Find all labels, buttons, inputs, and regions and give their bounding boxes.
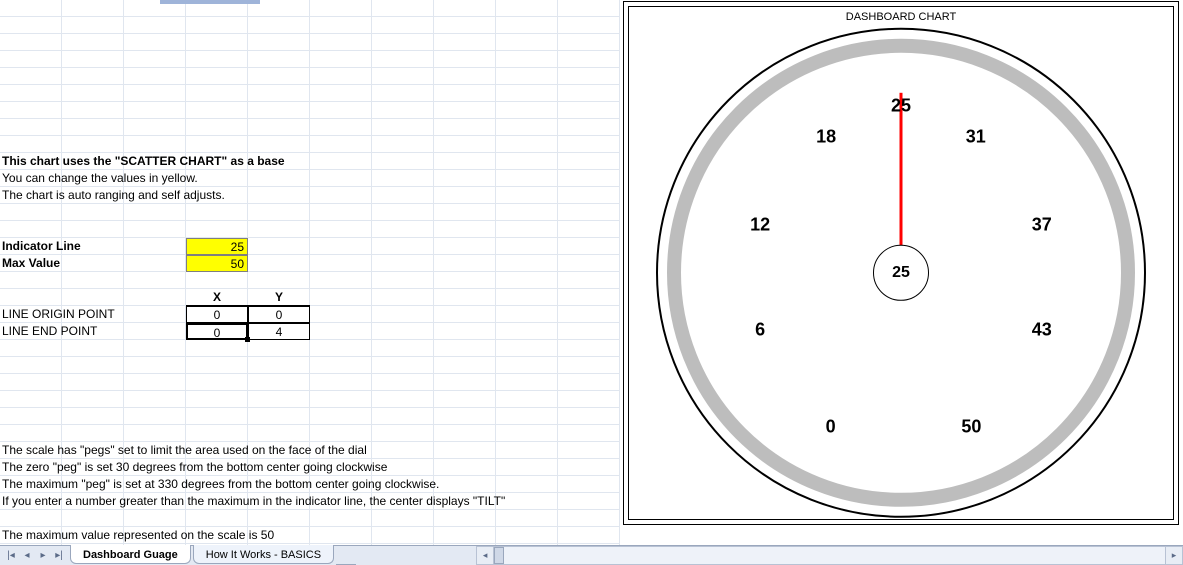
sheet-tab-bar: |◂ ◂ ▸ ▸| Dashboard Guage How It Works -… [0, 545, 1183, 565]
dial-label: 12 [750, 214, 770, 235]
fill-handle[interactable] [245, 337, 250, 342]
hscroll-track[interactable] [494, 546, 1165, 565]
tab-nav-last-icon[interactable]: ▸| [52, 549, 66, 563]
paragraph-5: The maximum value represented on the sca… [2, 527, 274, 544]
paragraph-2: The zero "peg" is set 30 degrees from th… [2, 459, 387, 476]
dial-label: 0 [826, 416, 836, 437]
origin-x-cell[interactable]: 0 [186, 306, 248, 323]
dial-label: 18 [816, 126, 836, 147]
row-label-origin: LINE ORIGIN POINT [2, 306, 115, 323]
subtext-2: The chart is auto ranging and self adjus… [2, 187, 225, 204]
dial-label: 43 [1032, 319, 1052, 340]
max-value-label: Max Value [2, 255, 60, 272]
origin-y-cell[interactable]: 0 [248, 306, 310, 323]
tab-nav-prev-icon[interactable]: ◂ [20, 549, 34, 563]
indicator-line-label: Indicator Line [2, 238, 81, 255]
dial-label: 50 [961, 416, 981, 437]
indicator-line-value[interactable]: 25 [186, 238, 248, 255]
tab-end-decor [336, 546, 356, 565]
paragraph-4: If you enter a number greater than the m… [2, 493, 505, 510]
gauge-hub-value: 25 [892, 264, 910, 282]
dial-label: 31 [966, 126, 986, 147]
chart-title: DASHBOARD CHART [629, 11, 1173, 23]
tab-dashboard-gauge[interactable]: Dashboard Guage [70, 545, 191, 564]
dial-label: 25 [891, 95, 911, 116]
hscroll-left-icon[interactable]: ◂ [476, 546, 494, 565]
chart-inner-border: DASHBOARD CHART 25 0 6 12 18 25 31 37 43 50 [628, 6, 1174, 520]
horizontal-scrollbar[interactable]: ◂ ▸ [476, 546, 1183, 565]
gauge-grey-ring: 25 0 6 12 18 25 31 37 43 50 [667, 39, 1135, 507]
gauge-hub: 25 [873, 245, 929, 301]
row-label-end: LINE END POINT [2, 323, 97, 340]
dashboard-chart-panel: DASHBOARD CHART 25 0 6 12 18 25 31 37 43 50 [623, 1, 1179, 525]
tab-nav-buttons: |◂ ◂ ▸ ▸| [0, 546, 70, 565]
table-header-x: X [186, 289, 248, 306]
hscroll-right-icon[interactable]: ▸ [1165, 546, 1183, 565]
dial-label: 6 [755, 319, 765, 340]
end-y-cell[interactable]: 4 [248, 323, 310, 340]
tab-nav-next-icon[interactable]: ▸ [36, 549, 50, 563]
dial-label: 37 [1032, 214, 1052, 235]
table-header-y: Y [248, 289, 310, 306]
subtext-1: You can change the values in yellow. [2, 170, 198, 187]
tab-how-it-works[interactable]: How It Works - BASICS [193, 545, 334, 564]
tab-nav-first-icon[interactable]: |◂ [4, 549, 18, 563]
paragraph-3: The maximum "peg" is set at 330 degrees … [2, 476, 439, 493]
max-value-value[interactable]: 50 [186, 255, 248, 272]
selected-column-indicator [160, 0, 260, 4]
hscroll-thumb[interactable] [494, 547, 504, 564]
end-x-cell[interactable]: 0 [186, 323, 248, 340]
gauge: 25 0 6 12 18 25 31 37 43 50 [656, 28, 1146, 518]
gauge-outer-ring: 25 0 6 12 18 25 31 37 43 50 [656, 28, 1146, 518]
heading-text: This chart uses the "SCATTER CHART" as a… [2, 153, 285, 170]
paragraph-1: The scale has "pegs" set to limit the ar… [2, 442, 367, 459]
